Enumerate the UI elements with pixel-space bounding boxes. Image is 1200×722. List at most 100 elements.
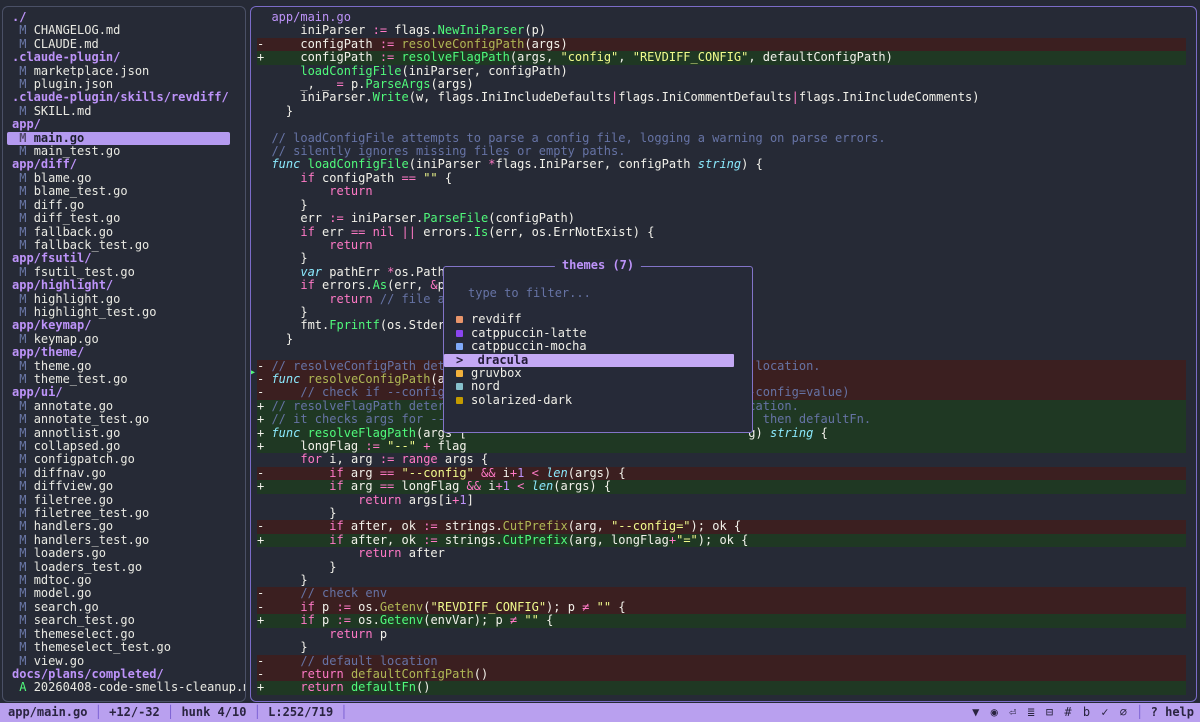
diff-line-marker: + [257, 399, 271, 413]
tree-file-row[interactable]: A 20260408-code-smells-cleanup.md [7, 681, 230, 694]
file-name: highlight.go [34, 292, 121, 306]
file-name: theme_test.go [34, 372, 128, 386]
theme-color-swatch-icon [456, 330, 463, 337]
file-name: diff_test.go [34, 211, 121, 225]
theme-option-gruvbox[interactable]: gruvbox [444, 367, 752, 380]
tree-file-row[interactable]: M blame.go [7, 172, 230, 185]
tree-file-row[interactable]: M annotlist.go [7, 427, 230, 440]
file-status-marker: M [12, 546, 34, 560]
tree-file-row[interactable]: M main.go [7, 132, 230, 145]
file-status-marker: M [12, 466, 34, 480]
diff-line-marker [257, 278, 271, 292]
file-name: fsutil_test.go [34, 265, 135, 279]
file-status-marker: M [12, 519, 34, 533]
tree-file-row[interactable]: M filetree_test.go [7, 507, 230, 520]
tree-file-row[interactable]: M annotate_test.go [7, 413, 230, 426]
tree-file-row[interactable]: M diffview.go [7, 480, 230, 493]
tree-file-row[interactable]: M keymap.go [7, 333, 230, 346]
tree-dir-row[interactable]: .claude-plugin/ [7, 51, 230, 64]
tree-file-row[interactable]: M search.go [7, 601, 230, 614]
theme-option-label: nord [471, 379, 500, 393]
file-status-marker: M [12, 37, 34, 51]
diff-line: if configPath == "" { [257, 172, 1186, 185]
file-name: model.go [34, 586, 92, 600]
tree-file-row[interactable]: M handlers_test.go [7, 534, 230, 547]
tree-dir-row[interactable]: .claude-plugin/skills/revdiff/ [7, 91, 230, 104]
tree-file-row[interactable]: M highlight.go [7, 293, 230, 306]
tree-file-row[interactable]: M view.go [7, 655, 230, 668]
tree-file-row[interactable]: M model.go [7, 587, 230, 600]
tree-file-row[interactable]: M filetree.go [7, 494, 230, 507]
tree-file-row[interactable]: M theme_test.go [7, 373, 230, 386]
tree-file-row[interactable]: M configpatch.go [7, 453, 230, 466]
theme-option-solarized-dark[interactable]: solarized-dark [444, 394, 752, 407]
file-status-marker: M [12, 131, 34, 145]
diff-line-marker [257, 90, 271, 104]
file-name: marketplace.json [34, 64, 150, 78]
tree-file-row[interactable]: M fallback.go [7, 226, 230, 239]
diff-line: - // default location [257, 655, 1186, 668]
theme-option-catppuccin-latte[interactable]: catppuccin-latte [444, 327, 752, 340]
tree-dir-row[interactable]: app/theme/ [7, 346, 230, 359]
tree-file-row[interactable]: M fsutil_test.go [7, 266, 230, 279]
tree-file-row[interactable]: M diff.go [7, 199, 230, 212]
theme-option-dracula[interactable]: > dracula [444, 354, 734, 367]
theme-option-revdiff[interactable]: revdiff [444, 313, 752, 326]
status-hunk: hunk 4/10 [181, 705, 246, 719]
diff-line: iniParser := flags.NewIniParser(p) [257, 24, 1186, 37]
file-status-marker: M [12, 600, 34, 614]
file-name: keymap.go [34, 332, 99, 346]
diff-line-marker [257, 452, 271, 466]
tree-dir-row[interactable]: app/ [7, 118, 230, 131]
theme-filter-input[interactable]: type to filter... [444, 287, 752, 300]
help-button[interactable]: ? help [1151, 705, 1194, 719]
theme-option-nord[interactable]: nord [444, 380, 752, 393]
file-status-marker: M [12, 573, 34, 587]
file-name: themeselect.go [34, 627, 135, 641]
file-name: main.go [34, 131, 85, 145]
diff-line-marker [257, 23, 271, 37]
tree-dir-row[interactable]: app/highlight/ [7, 279, 230, 292]
tree-file-row[interactable]: M CHANGELOG.md [7, 24, 230, 37]
tree-file-row[interactable]: M search_test.go [7, 614, 230, 627]
tree-file-row[interactable]: M collapsed.go [7, 440, 230, 453]
tree-file-row[interactable]: M annotate.go [7, 400, 230, 413]
diff-line-marker: + [257, 533, 271, 547]
tree-file-row[interactable]: M diff_test.go [7, 212, 230, 225]
diff-line-marker [257, 184, 271, 198]
tree-file-row[interactable]: M fallback_test.go [7, 239, 230, 252]
diff-line-marker [257, 171, 271, 185]
status-changes: +12/-32 [109, 705, 160, 719]
tree-file-row[interactable]: M main_test.go [7, 145, 230, 158]
file-name: filetree_test.go [34, 506, 150, 520]
tree-dir-row[interactable]: app/fsutil/ [7, 252, 230, 265]
tree-file-row[interactable]: M marketplace.json [7, 65, 230, 78]
tree-dir-row[interactable]: app/ui/ [7, 386, 230, 399]
tree-file-row[interactable]: M themeselect_test.go [7, 641, 230, 654]
diff-line-marker: - [257, 654, 271, 668]
file-status-marker: M [12, 64, 34, 78]
tree-dir-row[interactable]: ./ [7, 11, 230, 24]
tree-dir-row[interactable]: docs/plans/completed/ [7, 668, 230, 681]
tree-file-row[interactable]: M blame_test.go [7, 185, 230, 198]
tree-file-row[interactable]: M mdtoc.go [7, 574, 230, 587]
tree-file-row[interactable]: M theme.go [7, 360, 230, 373]
diff-line-marker: - [257, 466, 271, 480]
file-status-marker: M [12, 184, 34, 198]
tree-dir-row[interactable]: app/keymap/ [7, 319, 230, 332]
theme-option-catppuccin-mocha[interactable]: catppuccin-mocha [444, 340, 752, 353]
tree-dir-row[interactable]: app/diff/ [7, 158, 230, 171]
tree-file-row[interactable]: M themeselect.go [7, 628, 230, 641]
tree-file-row[interactable]: M loaders_test.go [7, 561, 230, 574]
theme-option-label: catppuccin-latte [471, 326, 587, 340]
file-name: fallback_test.go [34, 238, 150, 252]
tree-file-row[interactable]: M handlers.go [7, 520, 230, 533]
file-name: themeselect_test.go [34, 640, 171, 654]
tree-file-row[interactable]: M diffnav.go [7, 467, 230, 480]
tree-file-row[interactable]: M CLAUDE.md [7, 38, 230, 51]
tree-file-row[interactable]: M SKILL.md [7, 105, 230, 118]
tree-file-row[interactable]: M loaders.go [7, 547, 230, 560]
tree-file-row[interactable]: M plugin.json [7, 78, 230, 91]
tree-file-row[interactable]: M highlight_test.go [7, 306, 230, 319]
file-status-marker: M [12, 479, 34, 493]
